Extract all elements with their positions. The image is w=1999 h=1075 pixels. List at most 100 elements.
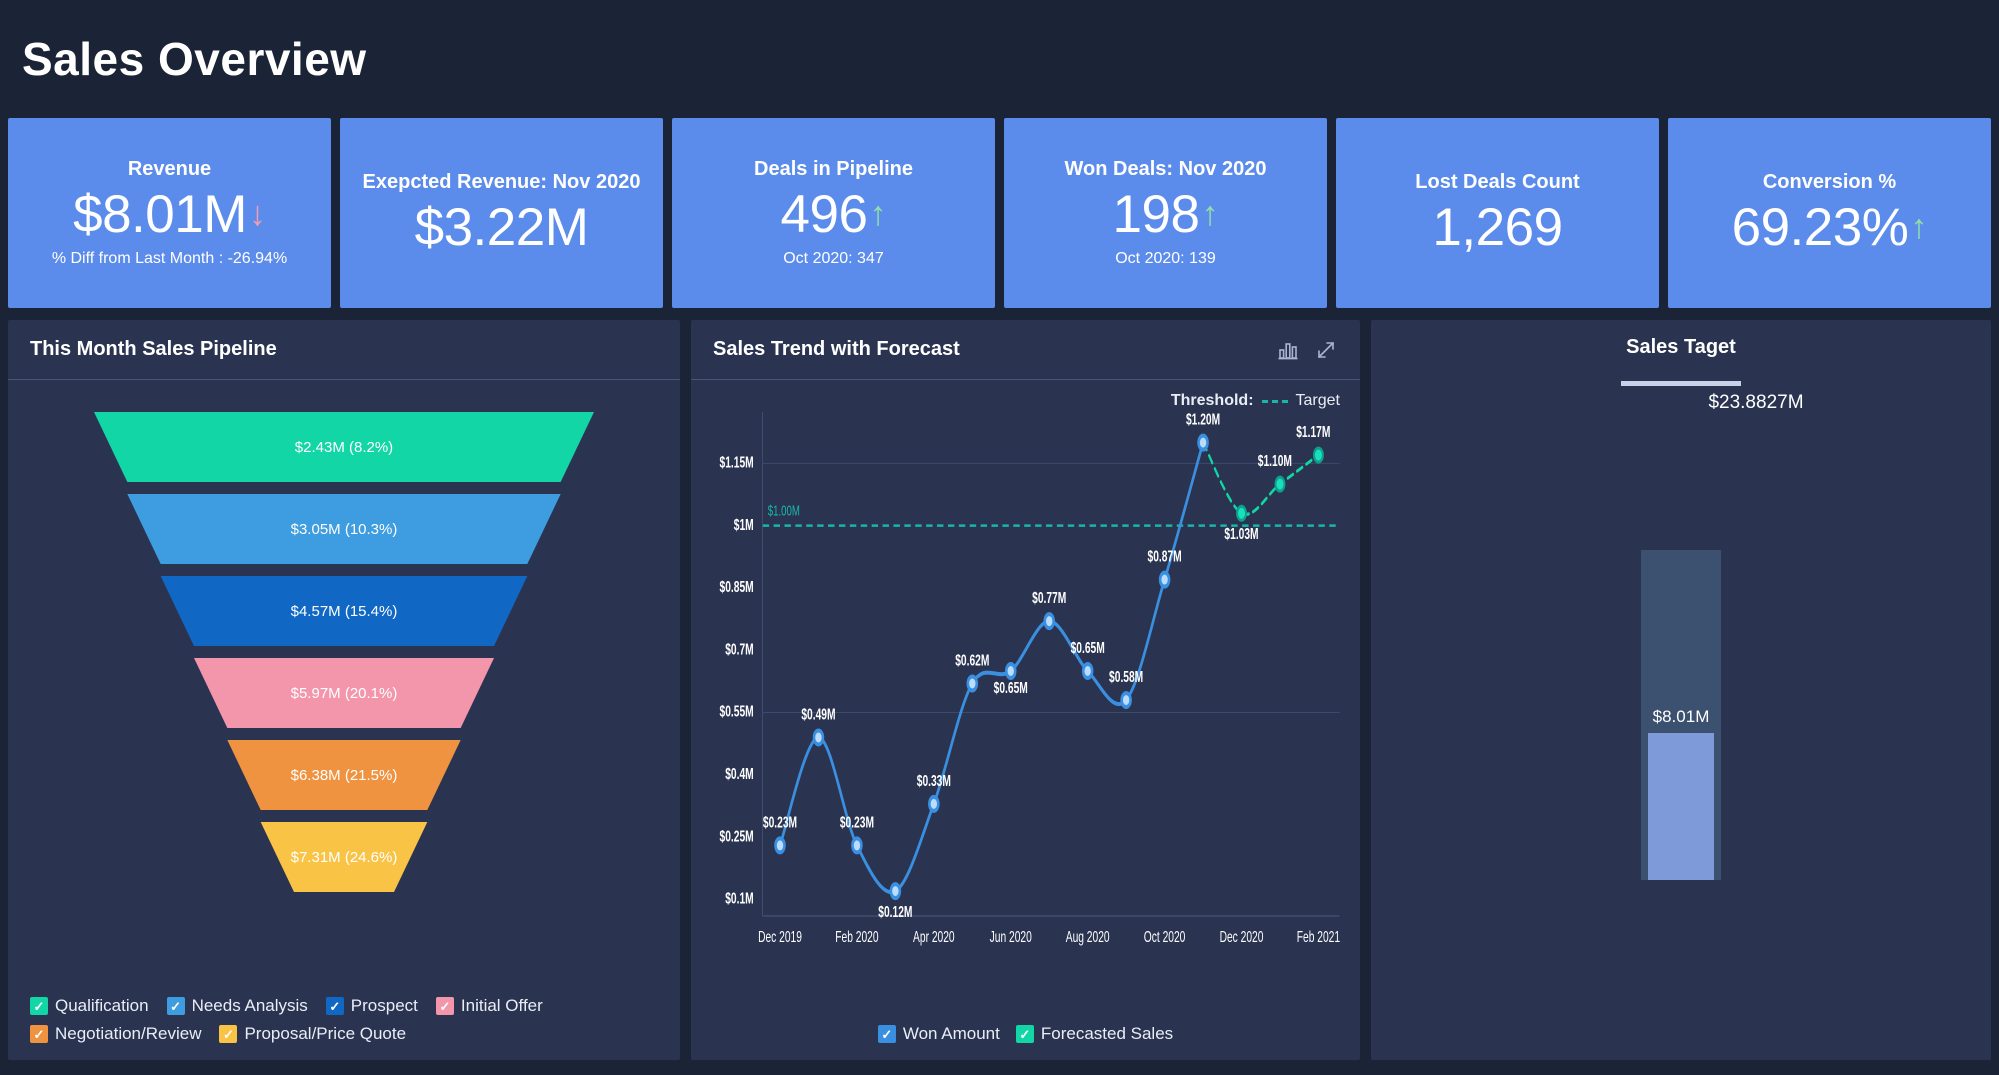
data-point[interactable] bbox=[1120, 691, 1132, 710]
sales-trend-panel-actions bbox=[1276, 338, 1338, 362]
y-axis-tick-label: $1.15M bbox=[720, 453, 754, 471]
kpi-title: Lost Deals Count bbox=[1415, 170, 1580, 193]
y-axis-tick-label: $0.85M bbox=[720, 578, 754, 596]
data-point[interactable] bbox=[1043, 612, 1055, 631]
kpi-subtext: Oct 2020: 347 bbox=[783, 250, 884, 268]
kpi-title: Won Deals: Nov 2020 bbox=[1064, 157, 1267, 180]
funnel-legend-item[interactable]: ✓ Prospect bbox=[325, 996, 418, 1016]
funnel-legend-item[interactable]: ✓ Needs Analysis bbox=[166, 996, 308, 1016]
sales-target-body: Sales Taget $23.8827M $8.01M bbox=[1371, 320, 1991, 1060]
x-axis-tick-label: Aug 2020 bbox=[1066, 928, 1110, 946]
legend-checkbox-icon[interactable]: ✓ bbox=[1015, 1025, 1034, 1043]
funnel-segment-label: $4.57M (15.4%) bbox=[291, 603, 398, 620]
kpi-card[interactable]: Lost Deals Count 1,269 bbox=[1336, 118, 1659, 308]
kpi-value-row: 496 ↑ bbox=[781, 187, 887, 243]
sales-trend-panel: Sales Trend with Forecast Threshold: Tar… bbox=[691, 320, 1360, 1060]
data-point-label: $0.58M bbox=[1109, 668, 1143, 686]
funnel-legend-label: Needs Analysis bbox=[191, 996, 308, 1015]
sales-pipeline-panel-header: This Month Sales Pipeline bbox=[8, 320, 680, 380]
x-axis-tick-label: Apr 2020 bbox=[913, 928, 955, 946]
kpi-value: 496 bbox=[780, 184, 868, 244]
y-axis-tick-label: $0.4M bbox=[725, 765, 753, 783]
x-axis-tick-label: Feb 2021 bbox=[1297, 928, 1340, 946]
legend-checkbox-icon[interactable]: ✓ bbox=[435, 997, 454, 1015]
legend-checkbox-icon[interactable]: ✓ bbox=[30, 997, 48, 1015]
data-point[interactable] bbox=[1236, 504, 1247, 522]
trend-legend: ✓ Won Amount ✓ Forecasted Sales bbox=[691, 1024, 1360, 1060]
data-point[interactable] bbox=[928, 794, 940, 813]
data-point[interactable] bbox=[1004, 662, 1017, 680]
data-point[interactable] bbox=[1274, 475, 1286, 493]
funnel-legend-item[interactable]: ✓ Initial Offer bbox=[435, 996, 543, 1016]
kpi-card[interactable]: Conversion % 69.23% ↑ bbox=[1668, 118, 1991, 308]
sales-target-value: $23.8827M bbox=[1708, 392, 1804, 413]
data-point[interactable] bbox=[1081, 662, 1094, 680]
trend-line-svg: $1.15M $1M $0.85M $0.7M $0.55M $0.4M $0.25M $0.… bbox=[720, 410, 1341, 946]
data-point[interactable] bbox=[1158, 570, 1171, 589]
trend-legend-item[interactable]: ✓ Won Amount bbox=[877, 1024, 1000, 1044]
data-point[interactable] bbox=[1197, 433, 1209, 452]
legend-checkbox-icon[interactable]: ✓ bbox=[219, 1025, 238, 1043]
funnel-segment-label: $7.31M (24.6%) bbox=[291, 849, 398, 866]
dashboard-root: Sales Overview Revenue $8.01M ↓% Diff from… bbox=[0, 0, 1999, 1075]
sales-target-title: Sales Taget bbox=[1626, 336, 1736, 358]
trend-legend-item[interactable]: ✓ Forecasted Sales bbox=[1015, 1024, 1173, 1044]
data-point[interactable] bbox=[1312, 446, 1324, 464]
data-point[interactable] bbox=[966, 674, 979, 693]
kpi-card[interactable]: Deals in Pipeline 496 ↑ Oct 2020: 347 bbox=[672, 118, 995, 308]
threshold-legend: Threshold: Target bbox=[1171, 392, 1340, 410]
x-axis-tick-label: Dec 2020 bbox=[1220, 928, 1264, 946]
gauge-fill: $8.01M bbox=[1648, 707, 1714, 880]
funnel-segment-label: $2.43M (8.2%) bbox=[295, 439, 393, 456]
data-point[interactable] bbox=[774, 836, 786, 855]
y-axis-tick-label: $0.7M bbox=[725, 640, 753, 658]
sales-target-panel: Sales Taget $23.8827M $8.01M bbox=[1371, 320, 1991, 1060]
kpi-subtext: Oct 2020: 139 bbox=[1115, 250, 1216, 268]
funnel-legend-item[interactable]: ✓ Proposal/Price Quote bbox=[219, 1024, 406, 1044]
kpi-card[interactable]: Revenue $8.01M ↓ % Diff from Last Month : -… bbox=[8, 118, 331, 308]
data-point-label: $0.62M bbox=[955, 651, 989, 669]
funnel-svg: $2.43M (8.2%) $3.05M (10.3%) $4.57M (15.4%… bbox=[94, 412, 594, 892]
kpi-card[interactable]: Exepcted Revenue: Nov 2020 $3.22M bbox=[340, 118, 663, 308]
data-point-label: $0.23M bbox=[840, 813, 874, 831]
panel-row: This Month Sales Pipeline $2.43M (8.2%) $… bbox=[0, 308, 1999, 1068]
data-point-label: $0.23M bbox=[763, 813, 797, 831]
funnel-chart: $2.43M (8.2%) $3.05M (10.3%) $4.57M (15.4%… bbox=[8, 380, 680, 986]
legend-checkbox-icon[interactable]: ✓ bbox=[325, 997, 344, 1015]
threshold-label: $1.00M bbox=[768, 503, 800, 520]
funnel-legend-item[interactable]: ✓ Qualification bbox=[30, 996, 149, 1016]
data-point[interactable] bbox=[812, 728, 825, 747]
kpi-subtext: % Diff from Last Month : -26.94% bbox=[51, 250, 288, 268]
kpi-title: Deals in Pipeline bbox=[754, 157, 913, 180]
trend-legend-label: Won Amount bbox=[902, 1024, 1000, 1043]
funnel-legend-label: Qualification bbox=[55, 996, 149, 1015]
sales-trend-panel-header: Sales Trend with Forecast bbox=[691, 320, 1360, 380]
y-axis-tick-label: $0.55M bbox=[720, 702, 754, 720]
legend-checkbox-icon[interactable]: ✓ bbox=[166, 997, 185, 1015]
data-point[interactable] bbox=[851, 836, 863, 855]
kpi-value: 1,269 bbox=[1432, 197, 1563, 257]
sales-pipeline-panel: This Month Sales Pipeline $2.43M (8.2%) $… bbox=[8, 320, 680, 1060]
legend-checkbox-icon[interactable]: ✓ bbox=[877, 1025, 896, 1043]
data-point-label: $0.65M bbox=[1071, 639, 1105, 657]
kpi-card-row: Revenue $8.01M ↓ % Diff from Last Month : -… bbox=[0, 118, 1999, 308]
data-point-label: $1.17M bbox=[1296, 423, 1330, 441]
data-point[interactable] bbox=[889, 882, 902, 901]
x-axis-tick-label: Jun 2020 bbox=[990, 928, 1032, 946]
data-point-label: $0.87M bbox=[1148, 547, 1182, 565]
kpi-value-row: 1,269 bbox=[1432, 197, 1563, 257]
kpi-value-row: 198 ↑ bbox=[1113, 187, 1219, 243]
sales-trend-title: Sales Trend with Forecast bbox=[713, 338, 960, 360]
expand-icon[interactable] bbox=[1314, 338, 1338, 362]
kpi-card[interactable]: Won Deals: Nov 2020 198 ↑ Oct 2020: 139 bbox=[1004, 118, 1327, 308]
funnel-legend-item[interactable]: ✓ Negotiation/Review bbox=[30, 1024, 201, 1044]
kpi-title: Revenue bbox=[127, 157, 212, 180]
bar-chart-icon[interactable] bbox=[1276, 338, 1300, 362]
trend-up-icon: ↑ bbox=[869, 195, 887, 234]
sales-target-marker bbox=[1621, 381, 1741, 386]
data-point-label: $0.12M bbox=[878, 903, 912, 921]
funnel-legend-label: Negotiation/Review bbox=[55, 1024, 202, 1043]
legend-checkbox-icon[interactable]: ✓ bbox=[30, 1025, 48, 1043]
threshold-legend-series: Target bbox=[1295, 392, 1340, 409]
x-axis-tick-label: Dec 2019 bbox=[758, 928, 802, 946]
